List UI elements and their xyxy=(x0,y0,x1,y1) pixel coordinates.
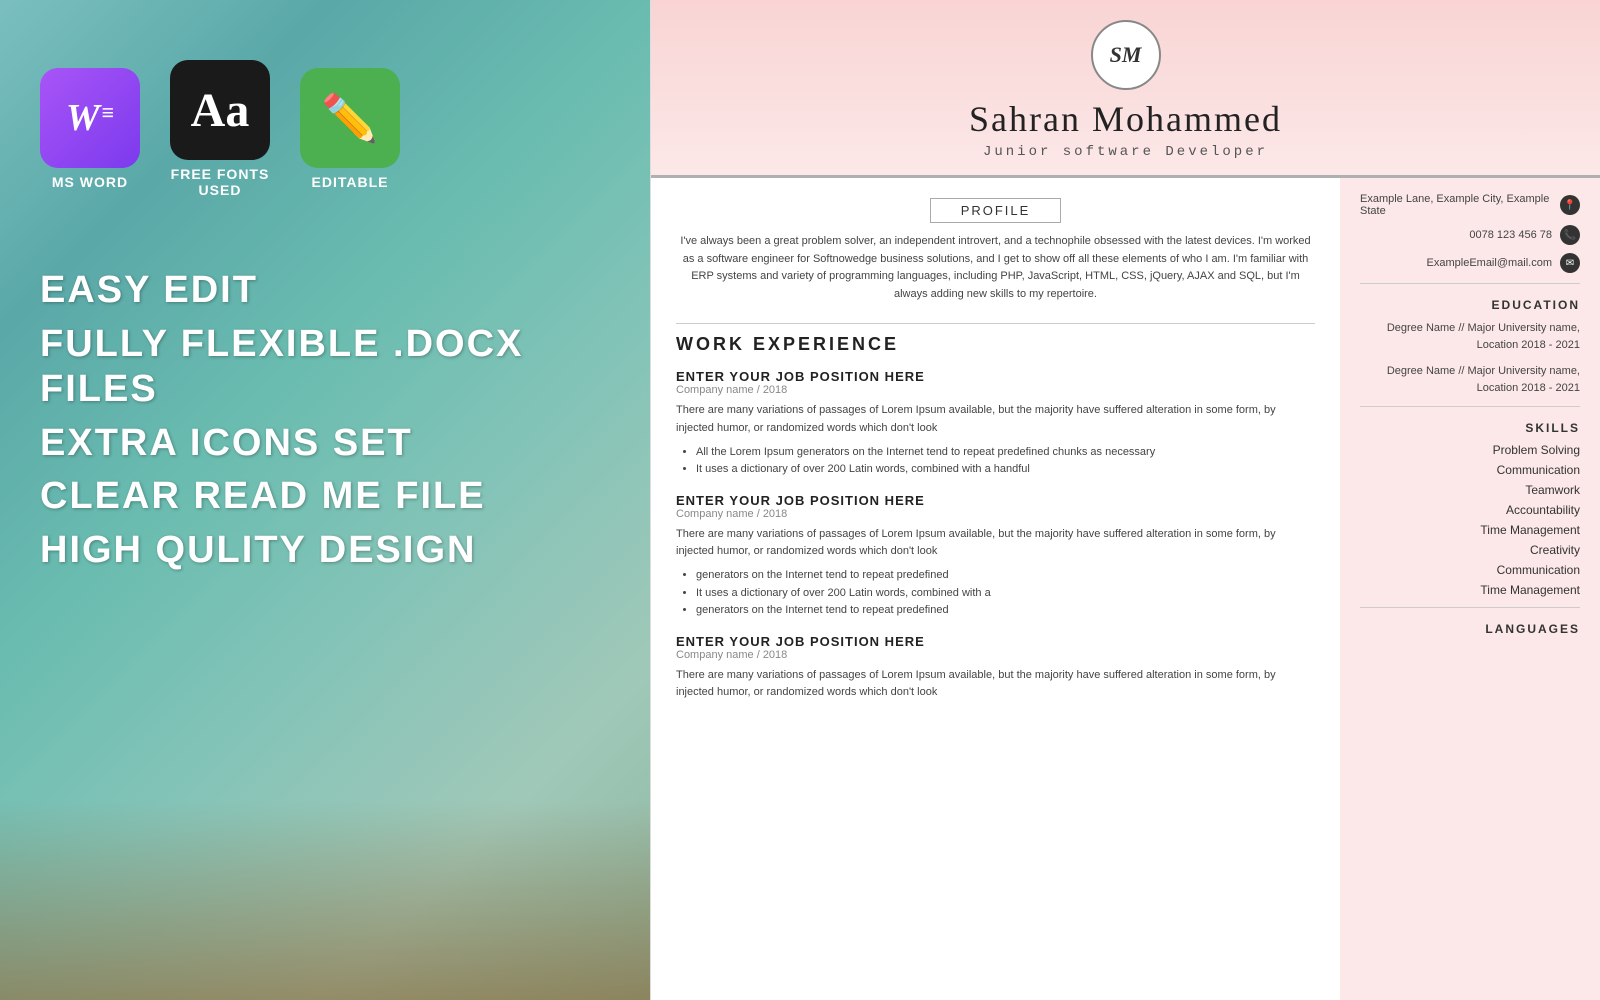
phone-icon: 📞 xyxy=(1560,225,1580,245)
job-desc-2: There are many variations of passages of… xyxy=(676,526,1315,561)
contact-address-text: Example Lane, Example City, Example Stat… xyxy=(1360,193,1552,217)
email-icon: ✉ xyxy=(1560,253,1580,273)
icons-row: W ≡ MS WORD Aa FREE FONTSUSED ✏️ EDITABL… xyxy=(40,60,400,198)
education-title: EDUCATION xyxy=(1360,298,1580,312)
word-label: MS WORD xyxy=(52,174,128,190)
right-divider-2 xyxy=(1360,406,1580,407)
edu-item-2: Degree Name // Major University name, Lo… xyxy=(1360,363,1580,396)
job-desc-1: There are many variations of passages of… xyxy=(676,402,1315,437)
job-bullets-1: All the Lorem Ipsum generators on the In… xyxy=(676,444,1315,479)
job-title-2: ENTER YOUR JOB POSITION HERE xyxy=(676,493,1315,508)
edu-item-1: Degree Name // Major University name, Lo… xyxy=(1360,320,1580,353)
job-entry-3: ENTER YOUR JOB POSITION HERE Company nam… xyxy=(676,634,1315,702)
skill-8: Time Management xyxy=(1360,583,1580,597)
contact-phone: 0078 123 456 78 📞 xyxy=(1360,225,1580,245)
monogram-text: SM xyxy=(1110,42,1142,68)
font-label: FREE FONTSUSED xyxy=(171,166,270,198)
contact-email-text: ExampleEmail@mail.com xyxy=(1427,257,1552,269)
resume-title: Junior software Developer xyxy=(681,144,1570,160)
word-icon-group: W ≡ MS WORD xyxy=(40,68,140,190)
resume-header: SM Sahran Mohammed Junior software Devel… xyxy=(651,0,1600,178)
feature-design: HIGH QULITY DESIGN xyxy=(40,528,610,574)
job-company-2: Company name / 2018 xyxy=(676,508,1315,520)
job-company-3: Company name / 2018 xyxy=(676,649,1315,661)
resume-sidebar: Example Lane, Example City, Example Stat… xyxy=(1340,178,1600,1000)
profile-label: PROFILE xyxy=(930,198,1062,223)
feature-easy-edit: EASY EDIT xyxy=(40,268,610,314)
skill-3: Teamwork xyxy=(1360,483,1580,497)
work-section-title: WORK EXPERIENCE xyxy=(676,334,1315,355)
edit-label: EDITABLE xyxy=(312,174,389,190)
divider xyxy=(676,323,1315,324)
profile-text: I've always been a great problem solver,… xyxy=(676,233,1315,303)
font-icon: Aa xyxy=(170,60,270,160)
languages-title: LANGUAGES xyxy=(1360,622,1580,636)
font-icon-group: Aa FREE FONTSUSED xyxy=(170,60,270,198)
bullet-2-2: It uses a dictionary of over 200 Latin w… xyxy=(696,585,1315,603)
bullet-1-1: All the Lorem Ipsum generators on the In… xyxy=(696,444,1315,462)
bullet-2-1: generators on the Internet tend to repea… xyxy=(696,567,1315,585)
feature-readme: CLEAR READ ME FILE xyxy=(40,474,610,520)
resume-main-column: PROFILE I've always been a great problem… xyxy=(651,178,1340,1000)
skills-title: SKILLS xyxy=(1360,421,1580,435)
bullet-2-3: generators on the Internet tend to repea… xyxy=(696,602,1315,620)
resume-body: PROFILE I've always been a great problem… xyxy=(651,178,1600,1000)
edit-icon: ✏️ xyxy=(300,68,400,168)
edit-icon-group: ✏️ EDITABLE xyxy=(300,68,400,190)
bullet-1-2: It uses a dictionary of over 200 Latin w… xyxy=(696,461,1315,479)
skill-2: Communication xyxy=(1360,463,1580,477)
skill-1: Problem Solving xyxy=(1360,443,1580,457)
job-title-3: ENTER YOUR JOB POSITION HERE xyxy=(676,634,1315,649)
edu-item-2-text: Degree Name // Major University name, Lo… xyxy=(1387,365,1580,394)
resume-panel: SM Sahran Mohammed Junior software Devel… xyxy=(650,0,1600,1000)
profile-section: PROFILE I've always been a great problem… xyxy=(676,198,1315,303)
job-desc-3: There are many variations of passages of… xyxy=(676,667,1315,702)
location-icon: 📍 xyxy=(1560,195,1580,215)
right-divider-3 xyxy=(1360,607,1580,608)
word-icon: W ≡ xyxy=(40,68,140,168)
contact-phone-text: 0078 123 456 78 xyxy=(1469,229,1552,241)
right-divider-1 xyxy=(1360,283,1580,284)
contact-address: Example Lane, Example City, Example Stat… xyxy=(1360,193,1580,217)
monogram-circle: SM xyxy=(1091,20,1161,90)
skill-7: Communication xyxy=(1360,563,1580,577)
edu-item-1-text: Degree Name // Major University name, Lo… xyxy=(1387,322,1580,351)
job-company-1: Company name / 2018 xyxy=(676,384,1315,396)
resume-name: Sahran Mohammed xyxy=(681,98,1570,140)
skill-4: Accountability xyxy=(1360,503,1580,517)
job-entry-2: ENTER YOUR JOB POSITION HERE Company nam… xyxy=(676,493,1315,620)
skill-6: Creativity xyxy=(1360,543,1580,557)
job-entry-1: ENTER YOUR JOB POSITION HERE Company nam… xyxy=(676,369,1315,478)
left-panel: W ≡ MS WORD Aa FREE FONTSUSED ✏️ EDITABL… xyxy=(0,0,650,1000)
job-title-1: ENTER YOUR JOB POSITION HERE xyxy=(676,369,1315,384)
skill-5: Time Management xyxy=(1360,523,1580,537)
feature-icons: EXTRA ICONS SET xyxy=(40,421,610,467)
features-list: EASY EDIT FULLY FLEXIBLE .DOCX FILES EXT… xyxy=(40,268,610,574)
feature-flexible: FULLY FLEXIBLE .DOCX FILES xyxy=(40,322,610,413)
job-bullets-2: generators on the Internet tend to repea… xyxy=(676,567,1315,620)
contact-email: ExampleEmail@mail.com ✉ xyxy=(1360,253,1580,273)
